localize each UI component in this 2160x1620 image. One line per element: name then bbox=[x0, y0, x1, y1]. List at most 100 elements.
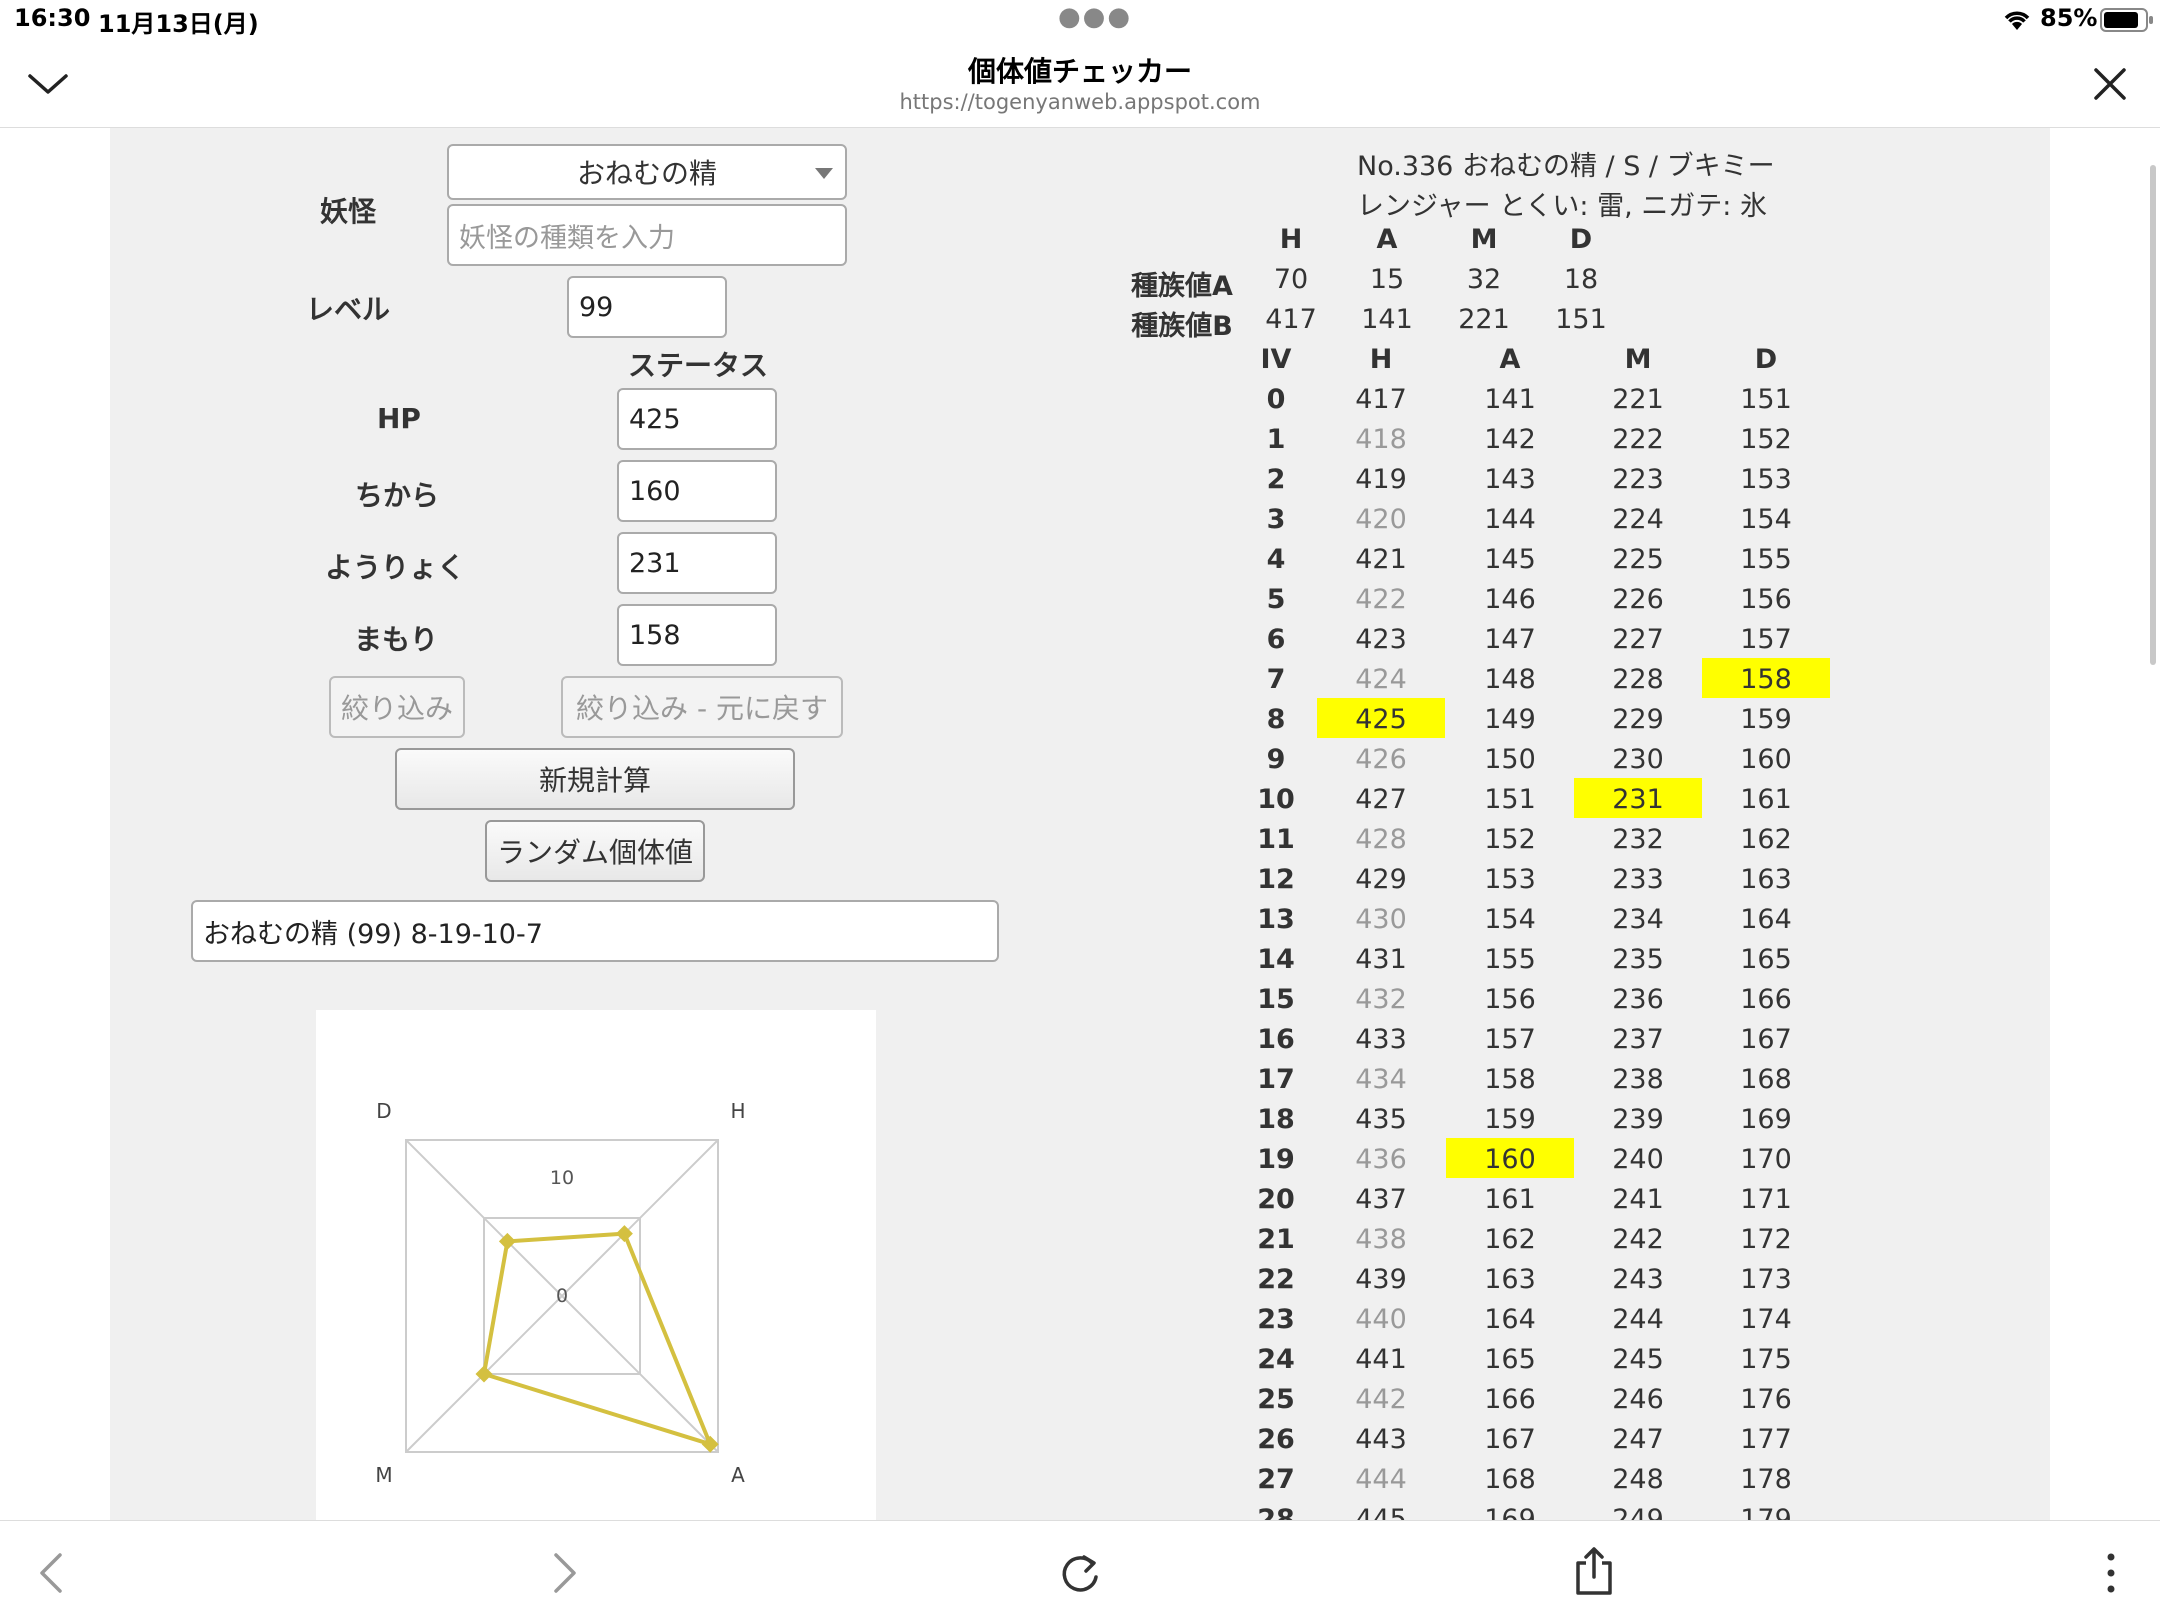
iv-table-cell: 164 bbox=[1484, 1304, 1536, 1335]
more-menu-icon[interactable] bbox=[2104, 1551, 2118, 1595]
iv-table-cell: 235 bbox=[1612, 944, 1664, 975]
youkai-info-line1: No.336 おねむの精 / S / ブキミー bbox=[1357, 151, 1775, 182]
youkai-search-placeholder: 妖怪の種類を入力 bbox=[459, 222, 675, 254]
youkai-search-input[interactable]: 妖怪の種類を入力 bbox=[447, 204, 847, 266]
iv-table-cell: 240 bbox=[1612, 1144, 1664, 1175]
iv-table-header: D bbox=[1754, 344, 1778, 375]
iv-table-cell: 161 bbox=[1740, 784, 1792, 815]
iv-table-cell: 168 bbox=[1484, 1464, 1536, 1495]
iv-table-cell: 249 bbox=[1612, 1504, 1664, 1520]
youkai-select[interactable]: おねむの精 bbox=[447, 144, 847, 200]
iv-table-cell: 162 bbox=[1740, 824, 1792, 855]
iv-table-cell: 163 bbox=[1740, 864, 1792, 895]
iv-table-cell: 241 bbox=[1612, 1184, 1664, 1215]
iv-table-cell: 162 bbox=[1484, 1224, 1536, 1255]
iv-table-cell: 244 bbox=[1612, 1304, 1664, 1335]
random-iv-button[interactable]: ランダム個体値 bbox=[485, 820, 705, 882]
iv-table-cell: 421 bbox=[1355, 544, 1407, 575]
iv-table-cell: 224 bbox=[1612, 504, 1664, 535]
iv-table-cell: 178 bbox=[1740, 1464, 1792, 1495]
iv-table-cell: 419 bbox=[1355, 464, 1407, 495]
youkai-select-value: おねむの精 bbox=[576, 157, 717, 190]
radar-chart-svg: H A M D 10 0 bbox=[375, 1099, 745, 1487]
page-content: 妖怪 おねむの精 妖怪の種類を入力 レベル 99 ステータス HP 425 ちか… bbox=[110, 128, 2050, 1520]
result-field[interactable]: おねむの精 (99) 8-19-10-7 bbox=[191, 900, 999, 962]
iv-table-cell: 154 bbox=[1740, 504, 1792, 535]
iv-table-cell: 234 bbox=[1612, 904, 1664, 935]
mamori-input-value: 158 bbox=[629, 619, 681, 651]
iv-table-cell: 228 bbox=[1612, 664, 1664, 695]
iv-table-cell: 171 bbox=[1740, 1184, 1792, 1215]
page-title: 個体値チェッカー bbox=[967, 55, 1192, 88]
iv-table-cell: 164 bbox=[1740, 904, 1792, 935]
iv-table-cell: 166 bbox=[1740, 984, 1792, 1015]
iv-table-cell: 152 bbox=[1740, 424, 1792, 455]
iv-table-cell: 430 bbox=[1355, 904, 1407, 935]
iv-table-cell: 148 bbox=[1484, 664, 1536, 695]
iv-table-cell: 222 bbox=[1612, 424, 1664, 455]
iv-table-cell: 159 bbox=[1740, 704, 1792, 735]
hp-input[interactable]: 425 bbox=[617, 388, 777, 450]
iv-table-cell: 145 bbox=[1484, 544, 1536, 575]
iv-table-cell: 428 bbox=[1355, 824, 1407, 855]
back-icon[interactable] bbox=[36, 1551, 66, 1595]
iv-table-cell: 422 bbox=[1355, 584, 1407, 615]
iv-table-cell: 169 bbox=[1484, 1504, 1536, 1520]
filter-reset-button[interactable]: 絞り込み - 元に戻す bbox=[561, 676, 843, 738]
iv-table-cell: 442 bbox=[1355, 1384, 1407, 1415]
youryoku-input[interactable]: 231 bbox=[617, 532, 777, 594]
iv-table-cell: 160 bbox=[1740, 744, 1792, 775]
base-stats-value: 151 bbox=[1555, 304, 1607, 335]
iv-table-cell: 246 bbox=[1612, 1384, 1664, 1415]
iv-table-cell: 429 bbox=[1355, 864, 1407, 895]
iv-table-header: H bbox=[1369, 344, 1393, 375]
iv-table-cell: 426 bbox=[1355, 744, 1407, 775]
iv-table-cell: 161 bbox=[1484, 1184, 1536, 1215]
radar-tick-label: 0 bbox=[556, 1285, 568, 1307]
chikara-input[interactable]: 160 bbox=[617, 460, 777, 522]
iv-table-cell: 146 bbox=[1484, 584, 1536, 615]
multitask-dots-icon[interactable]: ●●● bbox=[1058, 2, 1132, 32]
iv-table-cell: 420 bbox=[1355, 504, 1407, 535]
share-icon[interactable] bbox=[1574, 1545, 1614, 1597]
iv-table-cell: 237 bbox=[1612, 1024, 1664, 1055]
iv-table-cell: 438 bbox=[1355, 1224, 1407, 1255]
battery-icon bbox=[2100, 8, 2153, 32]
iv-table-cell: 432 bbox=[1355, 984, 1407, 1015]
iv-table-cell: 243 bbox=[1612, 1264, 1664, 1295]
iv-table-cell: 175 bbox=[1740, 1344, 1792, 1375]
youkai-label: 妖怪 bbox=[320, 195, 377, 228]
iv-table-cell: 236 bbox=[1612, 984, 1664, 1015]
iv-table-cell: 176 bbox=[1740, 1384, 1792, 1415]
iv-table-cell: 424 bbox=[1355, 664, 1407, 695]
forward-icon[interactable] bbox=[550, 1551, 580, 1595]
level-input[interactable]: 99 bbox=[567, 276, 727, 338]
iv-table-cell: 157 bbox=[1740, 624, 1792, 655]
scrollbar[interactable] bbox=[2150, 165, 2156, 665]
iv-table-cell: 158 bbox=[1484, 1064, 1536, 1095]
close-icon[interactable] bbox=[2090, 64, 2130, 104]
iv-table-cell: 436 bbox=[1355, 1144, 1407, 1175]
youkai-info-line2: レンジャー とくい: 雷, ニガテ: 氷 bbox=[1357, 191, 1767, 222]
iv-table-cell: 158 bbox=[1740, 664, 1792, 695]
iv-table-cell: 418 bbox=[1355, 424, 1407, 455]
iv-table-cell: 163 bbox=[1484, 1264, 1536, 1295]
iv-table-cell: 221 bbox=[1612, 384, 1664, 415]
new-calc-button[interactable]: 新規計算 bbox=[395, 748, 795, 810]
youryoku-label: ようりょく bbox=[325, 551, 466, 584]
hp-input-value: 425 bbox=[629, 403, 681, 435]
filter-button[interactable]: 絞り込み bbox=[329, 676, 465, 738]
iv-table-cell: 147 bbox=[1484, 624, 1536, 655]
iv-table-cell: 238 bbox=[1612, 1064, 1664, 1095]
iv-table-cell: 142 bbox=[1484, 424, 1536, 455]
mamori-input[interactable]: 158 bbox=[617, 604, 777, 666]
reload-icon[interactable] bbox=[1058, 1549, 1102, 1597]
youryoku-input-value: 231 bbox=[629, 547, 681, 579]
select-arrow-icon bbox=[815, 168, 833, 179]
iv-table-cell: 227 bbox=[1612, 624, 1664, 655]
radar-axis-label: A bbox=[731, 1463, 745, 1487]
iv-table-cell: 155 bbox=[1740, 544, 1792, 575]
iv-table-cell: 437 bbox=[1355, 1184, 1407, 1215]
iv-table-cell: 230 bbox=[1612, 744, 1664, 775]
iv-table-cell: 433 bbox=[1355, 1024, 1407, 1055]
